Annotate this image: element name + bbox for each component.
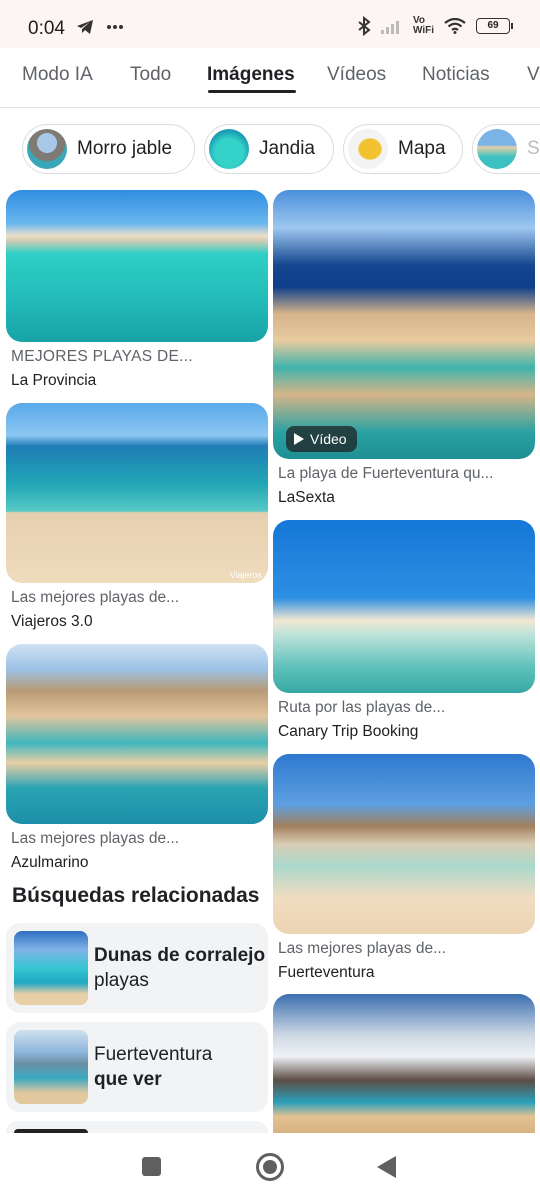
status-notification-icons — [76, 19, 124, 35]
search-tabs: Modo IA Todo Imágenes Vídeos Noticias V — [0, 48, 540, 108]
result-title[interactable]: La playa de Fuerteventura qu... — [278, 465, 493, 483]
video-badge-label: Vídeo — [310, 431, 347, 447]
chip-mapa[interactable]: Mapa — [343, 124, 463, 174]
bluetooth-icon — [358, 16, 371, 36]
related-plain-text: playas — [94, 970, 149, 991]
chip-thumbnail — [477, 129, 517, 169]
play-icon — [294, 433, 304, 445]
refinement-chips: Morro jable Jandia Mapa So — [0, 120, 540, 176]
result-title[interactable]: Ruta por las playas de... — [278, 699, 445, 717]
chip-jandia[interactable]: Jandia — [204, 124, 334, 174]
related-plain-text: Fuerteventura — [94, 1044, 213, 1065]
recents-square-icon[interactable] — [142, 1157, 161, 1176]
tab-imagenes[interactable]: Imágenes — [207, 64, 295, 86]
battery-icon: 69 — [476, 18, 513, 34]
chip-more[interactable]: So — [472, 124, 540, 174]
related-search-text: Fuerteventura que ver — [94, 1042, 212, 1092]
chip-morro-jable[interactable]: Morro jable — [22, 124, 195, 174]
chip-thumbnail — [348, 129, 388, 169]
result-title[interactable]: Las mejores playas de... — [11, 589, 179, 607]
image-thumbnail[interactable] — [273, 520, 535, 693]
chip-label: Jandia — [259, 138, 315, 159]
status-system-icons: Vo WiFi 69 — [357, 16, 513, 36]
related-search-item[interactable]: Fuerteventura que ver — [6, 1022, 268, 1112]
image-thumbnail[interactable] — [6, 190, 268, 342]
vowifi-line2: WiFi — [412, 25, 434, 36]
result-source[interactable]: Viajeros 3.0 — [11, 613, 93, 631]
back-triangle-icon[interactable] — [377, 1156, 396, 1178]
tab-more[interactable]: V — [527, 64, 540, 86]
chip-thumbnail — [27, 129, 67, 169]
result-source[interactable]: La Provincia — [11, 372, 96, 390]
system-navigation-bar — [0, 1133, 540, 1199]
tab-modo-ia[interactable]: Modo IA — [22, 64, 93, 86]
wifi-icon — [444, 18, 466, 34]
result-title[interactable]: MEJORES PLAYAS DE... — [11, 348, 193, 366]
status-bar: 0:04 Vo WiFi 69 — [0, 0, 540, 48]
related-search-item[interactable]: Dunas de corralejo playas — [6, 923, 268, 1013]
result-source[interactable]: Canary Trip Booking — [278, 723, 418, 741]
vowifi-indicator: Vo WiFi — [413, 16, 434, 36]
result-source[interactable]: LaSexta — [278, 489, 335, 507]
image-result[interactable]: Ruta por las playas de... Canary Trip Bo… — [273, 520, 535, 745]
telegram-icon — [77, 20, 93, 34]
tab-videos[interactable]: Vídeos — [327, 64, 386, 86]
image-result[interactable]: Las mejores playas de... Fuerteventura — [273, 754, 535, 984]
more-dots-icon — [107, 25, 123, 29]
video-badge: Vídeo — [286, 426, 357, 452]
result-title[interactable]: Las mejores playas de... — [11, 830, 179, 848]
related-bold-text: Dunas de corralejo — [94, 945, 266, 966]
chip-label: So — [527, 138, 540, 159]
image-thumbnail[interactable] — [273, 994, 535, 1133]
result-source[interactable]: Azulmarino — [11, 854, 89, 872]
result-source[interactable]: Fuerteventura — [278, 964, 375, 982]
chip-label: Mapa — [398, 138, 446, 159]
result-title[interactable]: Las mejores playas de... — [278, 940, 446, 958]
related-thumbnail — [14, 931, 88, 1005]
image-thumbnail[interactable]: Vídeo — [273, 190, 535, 459]
related-bold-text: que ver — [94, 1069, 162, 1090]
active-tab-indicator — [208, 90, 296, 93]
image-result[interactable]: Las mejores playas de... Azulmarino — [6, 644, 268, 874]
image-result[interactable]: MEJORES PLAYAS DE... La Provincia — [6, 190, 268, 395]
chip-thumbnail — [209, 129, 249, 169]
home-circle-icon[interactable] — [256, 1153, 284, 1181]
status-time: 0:04 — [28, 18, 65, 39]
image-thumbnail[interactable]: Viajeros — [6, 403, 268, 583]
related-search-item[interactable] — [6, 1121, 268, 1133]
image-watermark: Viajeros — [229, 570, 262, 580]
chip-label: Morro jable — [77, 138, 173, 159]
related-thumbnail — [14, 1030, 88, 1104]
image-result[interactable] — [273, 994, 535, 1133]
tab-noticias[interactable]: Noticias — [422, 64, 490, 86]
signal-icon — [380, 21, 399, 34]
tab-todo[interactable]: Todo — [130, 64, 171, 86]
image-result[interactable]: Vídeo La playa de Fuerteventura qu... La… — [273, 190, 535, 510]
image-thumbnail[interactable] — [6, 644, 268, 824]
image-result[interactable]: Viajeros Las mejores playas de... Viajer… — [6, 403, 268, 633]
related-searches-heading: Búsquedas relacionadas — [12, 884, 260, 907]
image-thumbnail[interactable] — [273, 754, 535, 934]
related-search-text: Dunas de corralejo playas — [94, 943, 268, 993]
